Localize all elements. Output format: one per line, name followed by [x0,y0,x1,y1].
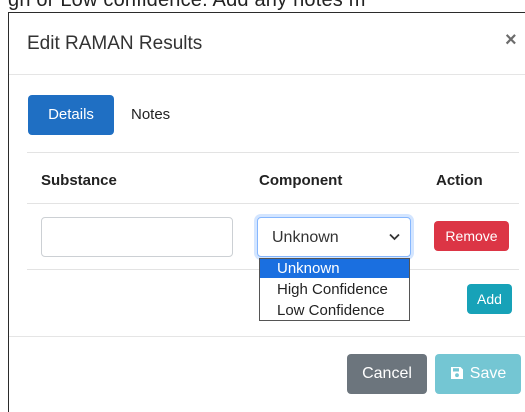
tab-notes[interactable]: Notes [117,95,184,135]
modal-header: Edit RAMAN Results × [9,13,525,75]
table-header-divider [27,203,519,204]
component-select-value: Unknown [272,229,339,246]
dropdown-option-unknown[interactable]: Unknown [260,259,409,278]
chevron-down-icon [389,230,400,244]
component-dropdown-list: Unknown High Confidence Low Confidence [259,258,410,321]
header-action: Action [436,172,483,189]
background-instruction-text: gh or Low confidence. Add any notes m [8,0,366,11]
modal-title: Edit RAMAN Results [27,33,203,54]
cancel-button[interactable]: Cancel [347,354,427,394]
save-button[interactable]: Save [435,354,521,394]
dropdown-option-low-confidence[interactable]: Low Confidence [260,301,409,320]
remove-button[interactable]: Remove [434,221,509,251]
edit-raman-results-modal: Edit RAMAN Results × Details Notes Subst… [8,12,525,412]
component-select[interactable]: Unknown [257,217,411,257]
footer-divider [9,336,525,337]
floppy-disk-icon [450,356,464,396]
header-component: Component [259,172,343,189]
tab-divider [27,152,519,153]
tab-details[interactable]: Details [28,95,114,135]
substance-input[interactable] [41,217,233,257]
save-button-label: Save [469,365,507,382]
header-substance: Substance [41,172,117,189]
dropdown-option-high-confidence[interactable]: High Confidence [260,280,409,299]
add-button[interactable]: Add [467,284,512,314]
close-icon[interactable]: × [505,29,517,52]
